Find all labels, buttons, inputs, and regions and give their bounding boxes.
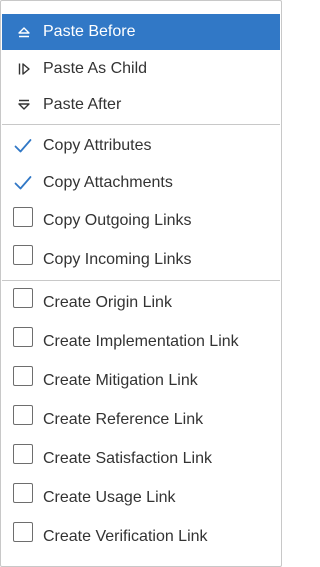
checkbox[interactable] [13, 327, 33, 347]
checkbox[interactable] [13, 207, 33, 227]
copy-outgoing-links-label: Copy Outgoing Links [43, 212, 192, 229]
menu-separator [2, 124, 280, 125]
checkbox[interactable] [13, 483, 33, 503]
create-verification-link-label: Create Verification Link [43, 528, 208, 545]
copy-attachments-item[interactable]: Copy Attachments [2, 164, 280, 202]
paste-before-icon [16, 24, 32, 40]
copy-attachments-label: Copy Attachments [43, 174, 173, 191]
checkmark-icon [13, 173, 33, 193]
create-reference-link-item[interactable]: Create Reference Link [2, 401, 280, 439]
create-mitigation-link-label: Create Mitigation Link [43, 372, 198, 389]
context-menu: Paste Before Paste As Child Paste After … [0, 0, 282, 567]
create-reference-link-label: Create Reference Link [43, 411, 204, 428]
create-mitigation-link-item[interactable]: Create Mitigation Link [2, 362, 280, 400]
checkbox[interactable] [13, 444, 33, 464]
checkbox[interactable] [13, 245, 33, 265]
paste-after-icon [16, 97, 32, 113]
paste-before-label: Paste Before [43, 23, 136, 40]
paste-after-label: Paste After [43, 96, 122, 113]
create-usage-link-label: Create Usage Link [43, 489, 176, 506]
paste-as-child-item[interactable]: Paste As Child [2, 51, 280, 87]
paste-before-item[interactable]: Paste Before [2, 14, 280, 50]
create-verification-link-item[interactable]: Create Verification Link [2, 518, 280, 556]
menu-separator [2, 280, 280, 281]
paste-as-child-icon [16, 61, 32, 77]
create-usage-link-item[interactable]: Create Usage Link [2, 479, 280, 517]
paste-as-child-label: Paste As Child [43, 60, 148, 77]
create-satisfaction-link-label: Create Satisfaction Link [43, 450, 212, 467]
create-implementation-link-item[interactable]: Create Implementation Link [2, 323, 280, 361]
copy-incoming-links-item[interactable]: Copy Incoming Links [2, 241, 280, 279]
create-origin-link-label: Create Origin Link [43, 294, 172, 311]
copy-attributes-label: Copy Attributes [43, 137, 152, 154]
create-satisfaction-link-item[interactable]: Create Satisfaction Link [2, 440, 280, 478]
paste-after-item[interactable]: Paste After [2, 87, 280, 123]
copy-outgoing-links-item[interactable]: Copy Outgoing Links [2, 202, 280, 240]
checkbox[interactable] [13, 522, 33, 542]
checkmark-icon [13, 136, 33, 156]
copy-incoming-links-label: Copy Incoming Links [43, 251, 192, 268]
create-origin-link-item[interactable]: Create Origin Link [2, 284, 280, 322]
checkbox[interactable] [13, 366, 33, 386]
checkbox[interactable] [13, 405, 33, 425]
create-implementation-link-label: Create Implementation Link [43, 333, 239, 350]
copy-attributes-item[interactable]: Copy Attributes [2, 127, 280, 165]
checkbox[interactable] [13, 288, 33, 308]
